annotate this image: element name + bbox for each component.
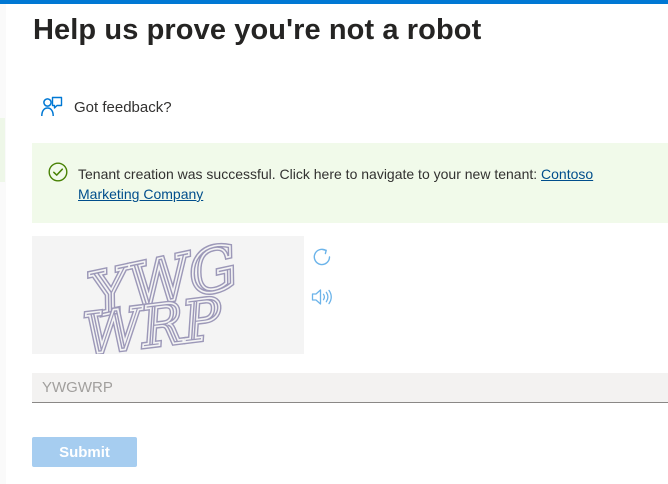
- refresh-icon: [310, 248, 334, 273]
- captcha-image: YWG YWG WRP WRP: [32, 236, 304, 354]
- left-edge-panel: [0, 4, 6, 484]
- check-circle-icon: [48, 162, 68, 187]
- banner-message: Tenant creation was successful. Click he…: [78, 164, 648, 204]
- left-edge-highlight: [0, 118, 5, 182]
- submit-button[interactable]: Submit: [32, 437, 137, 467]
- feedback-link[interactable]: Got feedback?: [40, 95, 172, 119]
- top-accent-bar: [0, 0, 668, 4]
- page-title: Help us prove you're not a robot: [33, 14, 482, 46]
- banner-message-text: Tenant creation was successful. Click he…: [78, 166, 542, 182]
- audio-captcha-button[interactable]: [310, 286, 334, 308]
- feedback-person-icon: [40, 95, 64, 119]
- refresh-captcha-button[interactable]: [310, 245, 334, 269]
- captcha-input[interactable]: [32, 373, 668, 403]
- feedback-label: Got feedback?: [74, 98, 172, 116]
- speaker-icon: [310, 289, 334, 312]
- success-banner: Tenant creation was successful. Click he…: [32, 143, 668, 223]
